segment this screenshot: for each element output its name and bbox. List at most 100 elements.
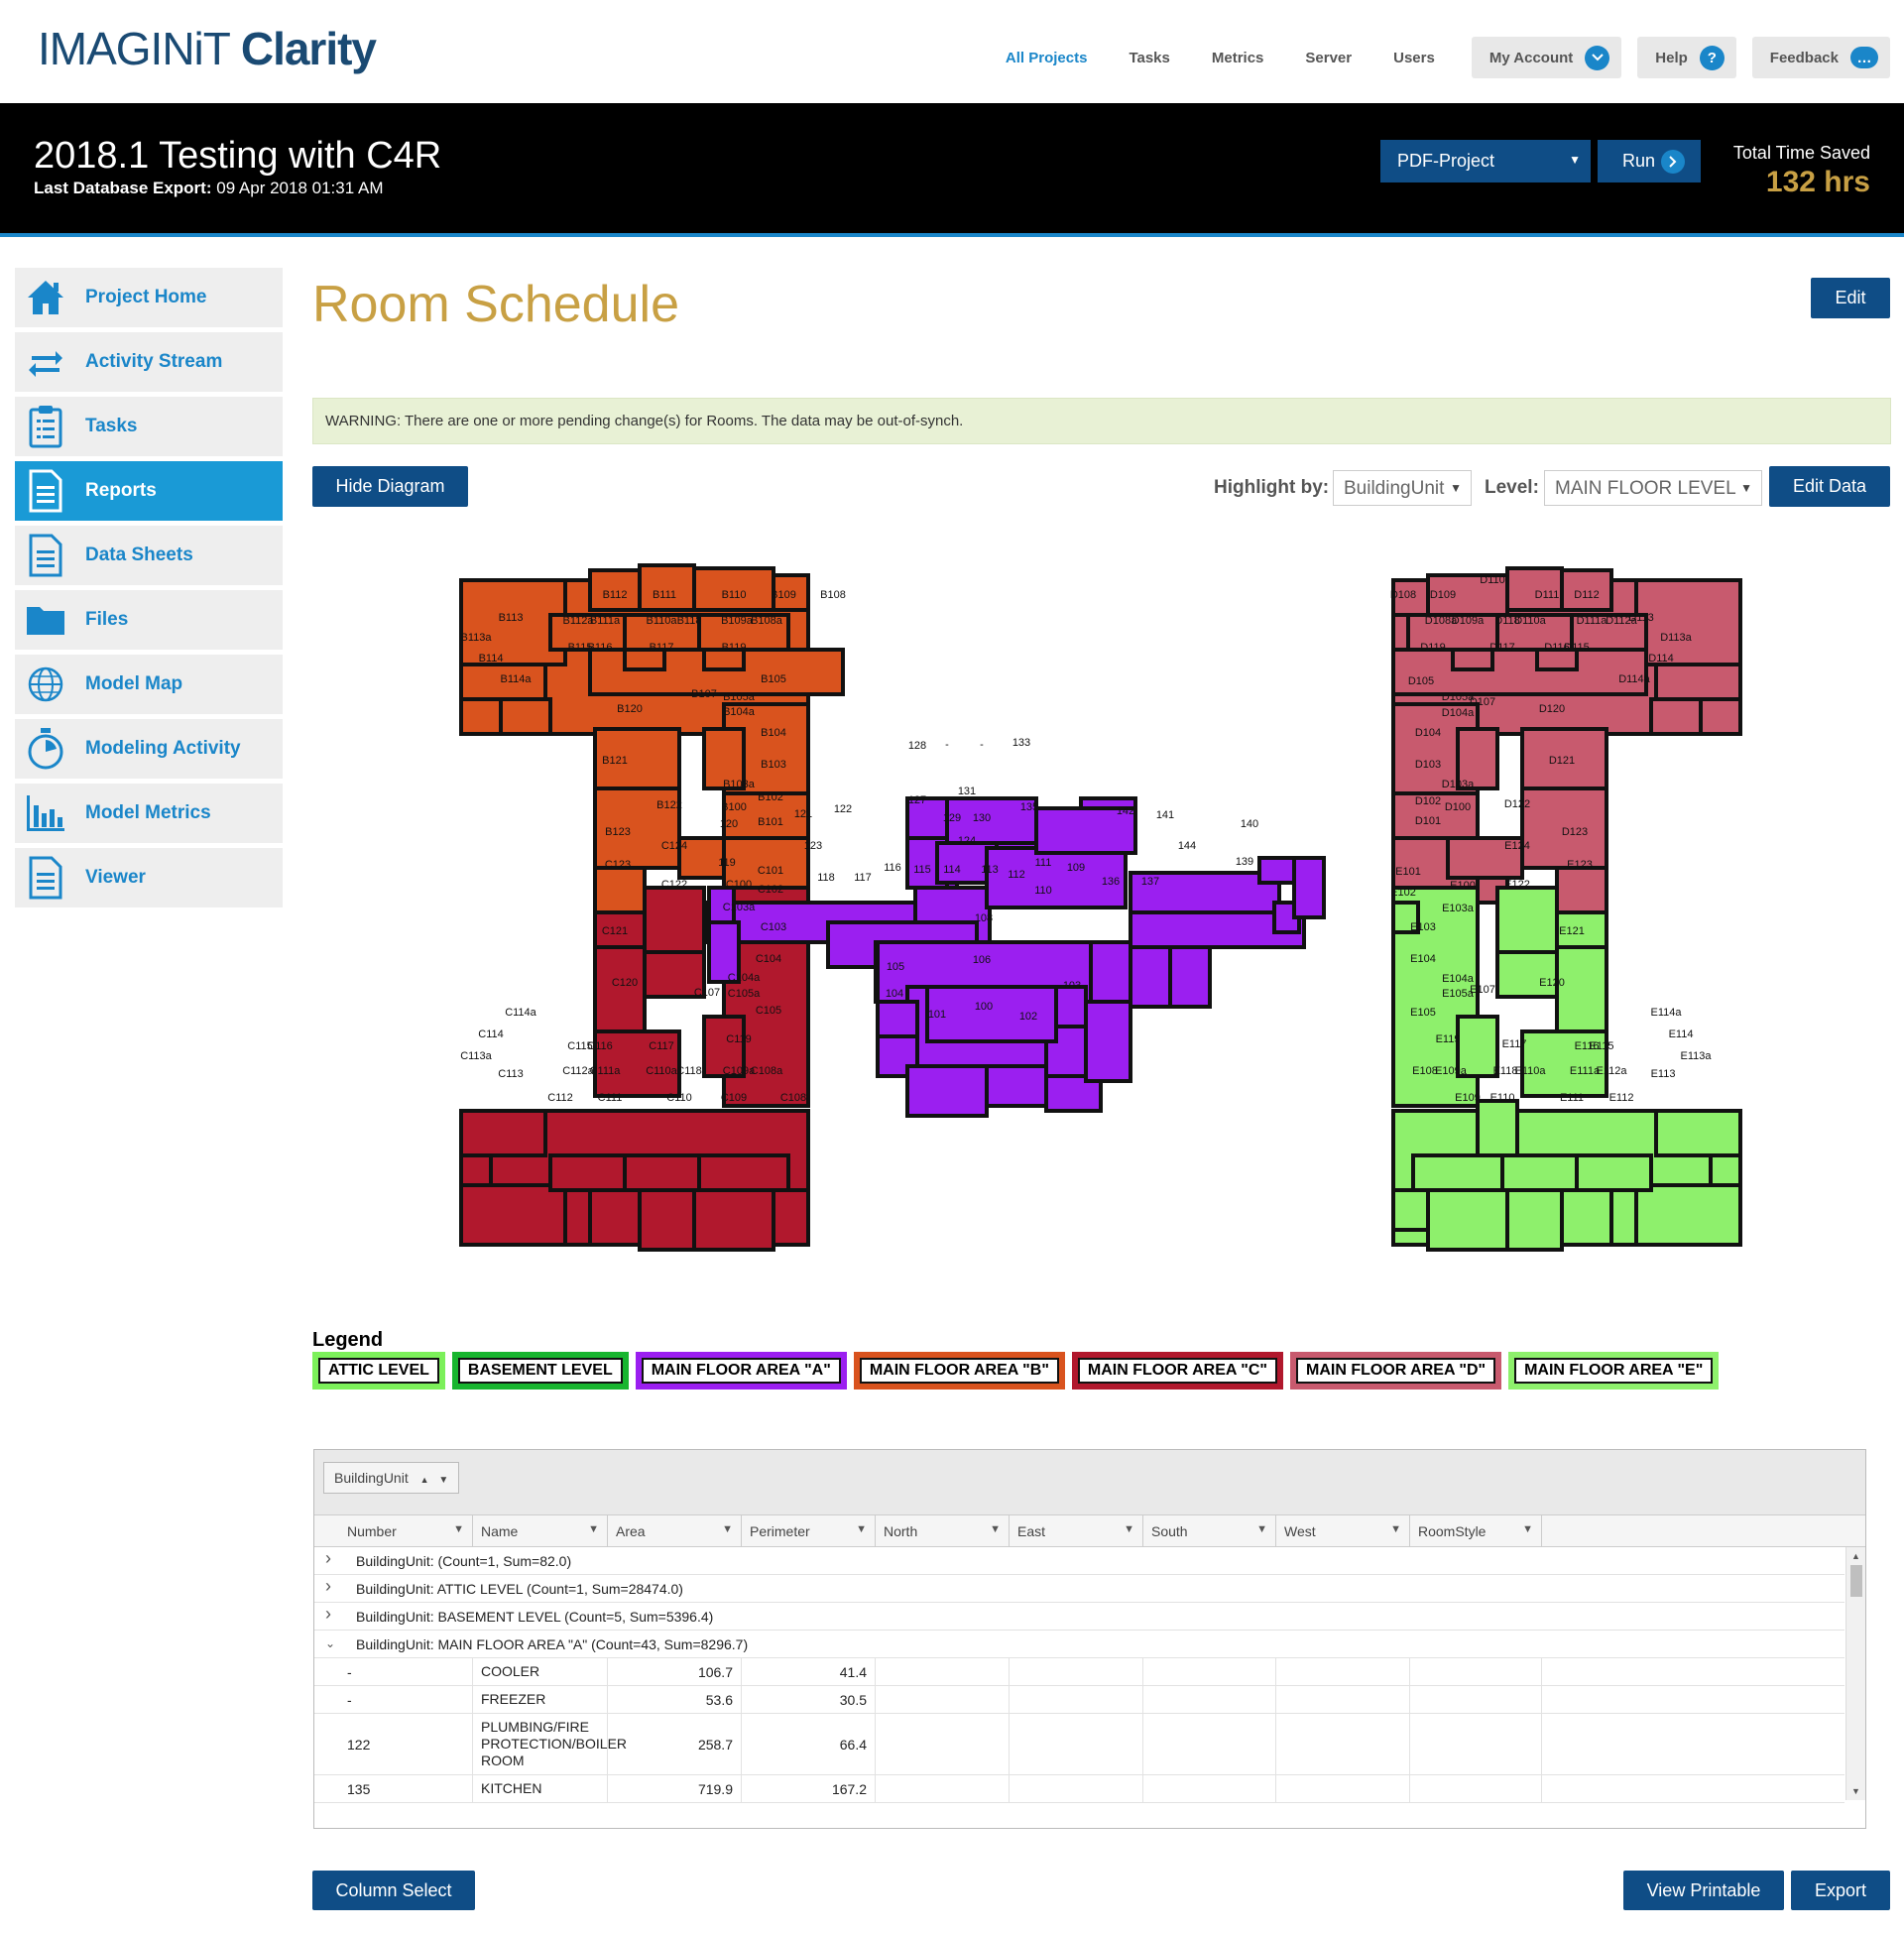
room-shape[interactable] [772,1188,810,1247]
room-shape[interactable] [499,697,552,736]
nav-tasks[interactable]: Tasks [1129,50,1169,66]
room-shape[interactable] [638,1188,696,1252]
sidebar-item-project-home[interactable]: Project Home [15,268,283,327]
group-row[interactable]: › BuildingUnit: ATTIC LEVEL (Count=1, Sum… [314,1575,1844,1603]
help-button[interactable]: Help ? [1637,37,1736,78]
filter-icon[interactable]: ▼ [453,1523,464,1535]
filter-icon[interactable]: ▼ [990,1523,1001,1535]
filter-icon[interactable]: ▼ [722,1523,733,1535]
nav-metrics[interactable]: Metrics [1212,50,1264,66]
room-shape[interactable] [905,1064,989,1118]
room-shape[interactable] [1426,1188,1509,1252]
room-shape[interactable] [1476,1099,1519,1157]
run-button[interactable]: Run [1598,140,1701,182]
filter-icon[interactable]: ▼ [856,1523,867,1535]
group-chip-buildingunit[interactable]: BuildingUnit ▲ ▼ [323,1462,460,1494]
filter-icon[interactable]: ▼ [1124,1523,1134,1535]
room-shape[interactable] [1084,1000,1132,1083]
room-shape[interactable] [1634,1183,1742,1247]
chevron-right-icon[interactable]: › [325,1576,331,1597]
sidebar-item-model-map[interactable]: Model Map [15,655,283,714]
project-type-select[interactable]: PDF-Project ▼ [1380,140,1591,182]
column-header-area[interactable]: Area ▼ [608,1515,742,1547]
room-shape[interactable] [876,1000,919,1038]
feedback-button[interactable]: Feedback … [1751,37,1890,78]
room-shape[interactable] [1129,945,1172,1009]
edit-button[interactable]: Edit [1811,278,1890,318]
group-row[interactable]: › BuildingUnit: (Count=1, Sum=82.0) [314,1547,1844,1575]
export-button[interactable]: Export [1791,1871,1890,1910]
room-shape[interactable] [1089,940,1132,1004]
column-header-north[interactable]: North ▼ [876,1515,1010,1547]
filter-icon[interactable]: ▼ [1390,1523,1401,1535]
room-shape[interactable] [548,1153,627,1192]
chevron-right-icon[interactable]: › [325,1604,331,1625]
my-account-button[interactable]: My Account [1471,37,1622,78]
room-shape[interactable] [1649,697,1703,736]
filter-icon[interactable]: ▼ [1522,1523,1533,1535]
nav-all-projects[interactable]: All Projects [1006,50,1088,66]
room-shape[interactable] [697,1153,790,1192]
room-shape[interactable] [1500,1153,1579,1192]
logo[interactable]: IMAGINiT Clarity [38,22,377,75]
room-shape[interactable] [1505,1188,1564,1252]
room-shape[interactable] [588,1188,642,1247]
chevron-down-icon[interactable]: ⌄ [325,1636,335,1650]
column-select-button[interactable]: Column Select [312,1871,475,1910]
level-select[interactable]: MAIN FLOOR LEVEL ▼ [1544,470,1762,506]
view-printable-button[interactable]: View Printable [1623,1871,1784,1910]
nav-users[interactable]: Users [1393,50,1435,66]
group-row[interactable]: ⌄ BuildingUnit: MAIN FLOOR AREA "A" (Coun… [314,1631,1844,1658]
room-shape[interactable] [643,886,706,954]
room-shape[interactable] [593,945,647,1033]
column-header-number[interactable]: Number ▼ [339,1515,473,1547]
sidebar-item-modeling-activity[interactable]: Modeling Activity [15,719,283,779]
room-shape[interactable] [1168,945,1212,1009]
scroll-down-icon[interactable]: ▼ [1851,1786,1860,1796]
room-shape[interactable] [1451,648,1494,671]
room-shape[interactable] [623,1153,701,1192]
room-shape[interactable] [1391,1188,1430,1232]
room-shape[interactable] [1495,950,1559,999]
sidebar-item-viewer[interactable]: Viewer [15,848,283,907]
sidebar-item-data-sheets[interactable]: Data Sheets [15,526,283,585]
sidebar-item-reports[interactable]: Reports [15,461,283,521]
room-shape[interactable] [1555,866,1608,914]
table-row[interactable]: 122 PLUMBING/FIRE PROTECTION/BOILER ROOM 2… [314,1714,1844,1775]
table-row[interactable]: - FREEZER 53.6 30.5 [314,1686,1844,1714]
column-header-perimeter[interactable]: Perimeter ▼ [742,1515,876,1547]
sidebar-item-model-metrics[interactable]: Model Metrics [15,784,283,843]
sidebar-item-tasks[interactable]: Tasks [15,397,283,456]
column-header-east[interactable]: East ▼ [1010,1515,1143,1547]
room-shape[interactable] [1709,1153,1742,1187]
sidebar-item-activity-stream[interactable]: Activity Stream [15,332,283,392]
scroll-up-icon[interactable]: ▲ [1851,1551,1860,1561]
room-shape[interactable] [692,1188,775,1252]
column-header-name[interactable]: Name ▼ [473,1515,608,1547]
scroll-thumb[interactable] [1850,1565,1862,1597]
column-header-roomstyle[interactable]: RoomStyle ▼ [1410,1515,1542,1547]
room-shape[interactable] [1560,1188,1613,1247]
table-row[interactable]: - COOLER 106.7 41.4 [314,1658,1844,1686]
nav-server[interactable]: Server [1305,50,1352,66]
room-shape[interactable] [638,563,696,612]
room-shape[interactable] [593,866,647,914]
hide-diagram-button[interactable]: Hide Diagram [312,466,468,507]
column-header-west[interactable]: West ▼ [1276,1515,1410,1547]
highlight-by-select[interactable]: BuildingUnit ▼ [1333,470,1472,506]
room-shape[interactable] [459,1183,567,1247]
room-shape[interactable] [1495,886,1559,954]
edit-data-button[interactable]: Edit Data [1769,466,1890,507]
room-shape[interactable] [459,1109,547,1157]
table-row[interactable]: 135 KITCHEN 719.9 167.2 [314,1775,1844,1803]
room-shape[interactable] [1654,663,1742,701]
room-shape[interactable] [1411,1153,1504,1192]
room-shape[interactable] [1555,945,1608,1033]
room-shape[interactable] [459,1153,493,1187]
grid-vertical-scrollbar[interactable]: ▲ ▼ [1845,1547,1865,1800]
filter-icon[interactable]: ▼ [1256,1523,1267,1535]
room-shape[interactable] [1391,648,1648,696]
sidebar-item-files[interactable]: Files [15,590,283,650]
room-shape[interactable] [1257,856,1296,885]
room-shape[interactable] [1654,1109,1742,1157]
